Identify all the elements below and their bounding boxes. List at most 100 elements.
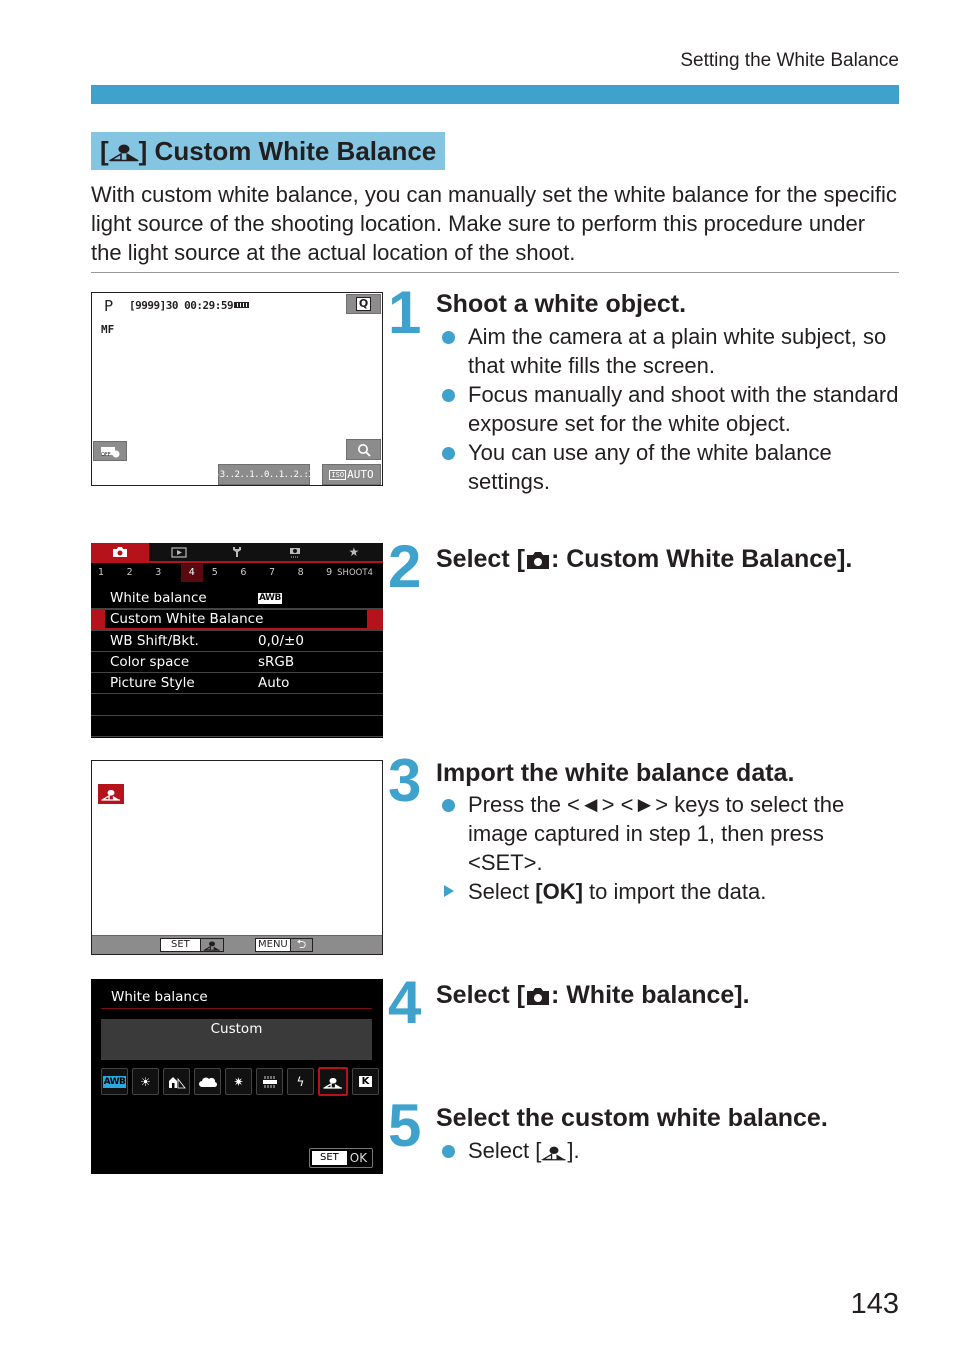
subtab-5[interactable]: 5 <box>209 564 238 582</box>
section-title-open: [ <box>100 135 109 166</box>
subtab-6[interactable]: 6 <box>237 564 266 582</box>
header-bar <box>91 85 899 104</box>
set-ok-button[interactable]: SET OK <box>309 1148 373 1168</box>
subtab-2[interactable]: 2 <box>124 564 153 582</box>
import-screen: SET MENU ⮌ <box>91 760 383 955</box>
wb-option-fluorescent[interactable] <box>256 1068 283 1095</box>
custom-wb-badge <box>98 784 124 804</box>
step-number-5: 5 <box>388 1092 421 1159</box>
screen-footer: SET MENU ⮌ <box>92 935 382 954</box>
q-label: Q <box>355 297 372 311</box>
bullet-item: You can use any of the white balance set… <box>442 438 902 496</box>
bullet-dot-icon <box>442 389 455 402</box>
result-arrow-icon <box>444 885 454 897</box>
step-1-bullets: Aim the camera at a plain white subject,… <box>442 322 902 496</box>
wb-option-awb[interactable]: AWB <box>101 1068 128 1095</box>
subtab-1[interactable]: 1 <box>95 564 124 582</box>
header-divider <box>101 1008 372 1009</box>
iso-button[interactable]: ISO AUTO <box>322 464 381 485</box>
custom-wb-icon <box>541 1146 566 1161</box>
exposure-level-indicator: -3..2..1..0..1..2.:3 <box>215 464 314 485</box>
menu-item-custom-white-balance[interactable]: Custom White Balance <box>91 609 383 631</box>
subtab-7[interactable]: 7 <box>266 564 295 582</box>
bullet-item: Select [OK] to import the data. <box>442 877 902 906</box>
camera-icon <box>113 547 128 557</box>
bullet-dot-icon <box>442 799 455 812</box>
menu-item-color-space[interactable]: Color space sRGB <box>91 652 383 674</box>
bullet-item: Select []. <box>442 1136 902 1165</box>
camera-icon <box>526 988 549 1005</box>
menu-item-label: WB Shift/Bkt. <box>110 632 199 649</box>
shade-icon <box>168 1076 186 1088</box>
touch-shutter-icon: OFF <box>101 447 120 458</box>
bullet-text-bold: [OK] <box>535 879 583 904</box>
bullet-text: Focus manually and shoot with the standa… <box>468 382 899 436</box>
svg-text:OFF: OFF <box>101 452 111 458</box>
subtab-3[interactable]: 3 <box>152 564 181 582</box>
step-title-suffix: : Custom White Balance]. <box>550 545 853 573</box>
shot-info: [9999]30 00:29:59 <box>129 299 250 312</box>
wb-option-custom[interactable] <box>318 1067 348 1096</box>
step-title-3: Import the white balance data. <box>436 759 795 787</box>
magnify-icon <box>357 443 371 457</box>
tab-custom-functions[interactable] <box>266 543 324 561</box>
wb-option-tungsten[interactable]: ✷ <box>225 1068 252 1095</box>
bullet-item: Focus manually and shoot with the standa… <box>442 380 902 438</box>
wb-option-daylight[interactable]: ☀ <box>132 1068 159 1095</box>
camera-icon <box>526 552 549 569</box>
ok-label: OK <box>349 1151 368 1165</box>
bullet-text: to import the data. <box>582 879 767 904</box>
magnify-button[interactable] <box>346 439 381 460</box>
menu-list: White balance AWB Custom White Balance W… <box>91 588 383 738</box>
bullet-item: Aim the camera at a plain white subject,… <box>442 322 902 380</box>
wb-option-shade[interactable] <box>163 1068 190 1095</box>
touch-shutter-off-button[interactable]: OFF <box>93 441 127 461</box>
set-button[interactable]: SET <box>160 938 224 952</box>
menu-item-value: 0,0/±0 <box>258 632 304 649</box>
running-head: Setting the White Balance <box>680 50 899 71</box>
bullet-text: Select <box>468 879 536 904</box>
shot-info-text: [9999]30 00:29:59 <box>129 299 234 312</box>
subtab-4[interactable]: 4 <box>180 564 203 582</box>
subtab-9[interactable]: 9 <box>323 564 337 582</box>
bullet-text: You can use any of the white balance set… <box>468 440 832 494</box>
bullet-dot-icon <box>442 1145 455 1158</box>
battery-icon <box>234 302 250 308</box>
wrench-icon <box>233 547 242 557</box>
bullet-dot-icon <box>442 447 455 460</box>
menu-item-label: Color space <box>110 654 190 671</box>
fluorescent-icon <box>262 1075 277 1088</box>
menu-item-label: White balance <box>110 590 207 607</box>
tab-setup[interactable] <box>208 543 266 561</box>
menu-item-empty <box>91 716 383 738</box>
menu-item-picture-style[interactable]: Picture Style Auto <box>91 673 383 695</box>
set-label: SET <box>312 1151 347 1165</box>
section-title-text: ] Custom White Balance <box>138 135 437 166</box>
bullet-item: Press the <◄> <►> keys to select the ima… <box>442 790 902 877</box>
wb-option-color-temperature[interactable]: K <box>352 1068 379 1095</box>
menu-item-white-balance[interactable]: White balance AWB <box>91 588 383 610</box>
focus-mode: MF <box>101 323 115 336</box>
awb-icon: AWB <box>102 1075 127 1088</box>
flash-icon: ϟ <box>296 1074 305 1089</box>
bullet-text: Select [ <box>468 1138 542 1163</box>
set-label: SET <box>161 939 201 951</box>
current-value: Custom <box>101 1019 372 1060</box>
shooting-mode: P <box>104 297 114 315</box>
tab-playback[interactable] <box>149 543 207 561</box>
tab-shooting[interactable] <box>91 543 150 561</box>
wb-options: AWB ☀ ✷ ϟ K <box>101 1067 379 1096</box>
subtab-8[interactable]: 8 <box>295 564 324 582</box>
quick-control-button[interactable]: Q <box>346 294 381 314</box>
menu-item-wb-shift[interactable]: WB Shift/Bkt. 0,0/±0 <box>91 631 383 652</box>
cloudy-icon <box>198 1077 217 1087</box>
step-number-4: 4 <box>388 969 421 1036</box>
step-3-bullets: Press the <◄> <►> keys to select the ima… <box>442 790 902 906</box>
menu-item-value: sRGB <box>258 654 295 671</box>
wb-option-cloudy[interactable] <box>194 1068 221 1095</box>
wb-option-flash[interactable]: ϟ <box>287 1068 314 1095</box>
menu-subtabs: 1 2 3 4 5 6 7 8 9 SHOOT4 <box>91 563 383 583</box>
tab-my-menu[interactable]: ★ <box>325 543 383 561</box>
menu-screen: ★ 1 2 3 4 5 6 7 8 9 SHOOT4 White balance… <box>91 543 383 738</box>
menu-back-button[interactable]: MENU ⮌ <box>255 937 313 952</box>
